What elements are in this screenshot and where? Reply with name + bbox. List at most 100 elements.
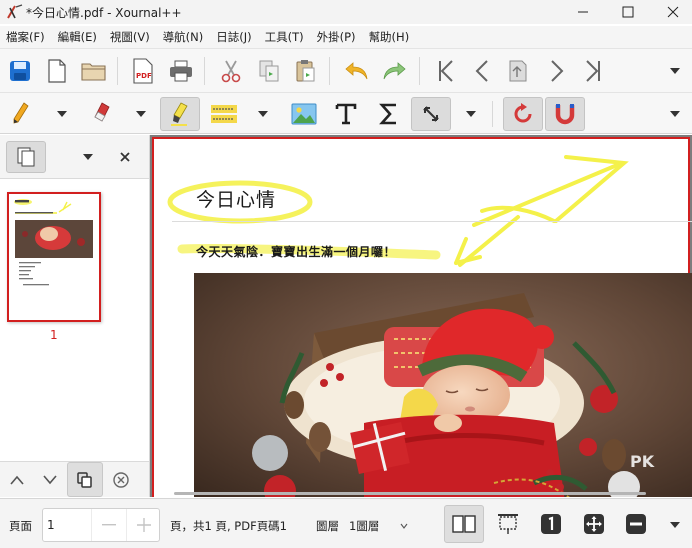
copy-icon: [259, 60, 279, 82]
select-tool-button[interactable]: [411, 97, 451, 131]
menu-navigation[interactable]: 導航(N): [163, 29, 204, 45]
chevron-down-icon: [83, 154, 93, 160]
zoom-out-button[interactable]: [617, 505, 655, 543]
last-page-button[interactable]: [578, 56, 608, 86]
open-folder-icon: [81, 63, 106, 81]
cut-button[interactable]: [216, 56, 246, 86]
status-bar: 頁面 頁，共1 頁, PDF頁碼1 圖層 1圖層: [0, 498, 692, 548]
page-preview-tab[interactable]: [6, 141, 46, 173]
close-icon: [667, 6, 679, 18]
overflow-icon: [670, 522, 680, 528]
pen-tool-button[interactable]: [6, 99, 36, 129]
page-increment-button[interactable]: [126, 509, 160, 541]
page-decrement-button[interactable]: [91, 509, 126, 541]
rotation-snapping-button[interactable]: [503, 97, 543, 131]
menu-edit[interactable]: 編輯(E): [58, 29, 97, 45]
cut-icon: [221, 60, 241, 83]
move-page-up-button[interactable]: [0, 462, 33, 498]
chevron-down-icon: [400, 523, 408, 529]
horizontal-scrollbar[interactable]: [174, 492, 646, 495]
menu-view[interactable]: 視圖(V): [110, 29, 150, 45]
new-document-button[interactable]: [42, 56, 72, 86]
zoom-out-icon: [626, 514, 646, 534]
copy-button[interactable]: [254, 56, 284, 86]
sidebar-view-dropdown[interactable]: [82, 151, 94, 163]
export-pdf-button[interactable]: PDF: [128, 56, 158, 86]
layer-dropdown[interactable]: [398, 520, 410, 532]
chevron-down-icon: [136, 111, 146, 117]
menu-file[interactable]: 檔案(F): [6, 29, 45, 45]
new-document-icon: [48, 59, 66, 83]
go-to-page-button[interactable]: [503, 56, 533, 86]
print-button[interactable]: [166, 56, 196, 86]
fit-page-icon: [584, 514, 604, 534]
minimize-button[interactable]: [560, 0, 606, 24]
menu-tools[interactable]: 工具(T): [265, 29, 304, 45]
pen-options-dropdown[interactable]: [56, 108, 68, 120]
delete-page-icon: [113, 472, 129, 488]
menu-help[interactable]: 幫助(H): [369, 29, 410, 45]
next-page-icon: [551, 60, 564, 82]
redo-button[interactable]: [379, 56, 409, 86]
open-file-button[interactable]: [79, 56, 109, 86]
move-page-down-icon: [43, 475, 57, 485]
statusbar-overflow-button[interactable]: [669, 519, 681, 531]
page-sidebar: 1: [0, 135, 150, 497]
minus-icon: [102, 524, 116, 526]
print-icon: [170, 60, 192, 82]
toolbar-separator: [117, 57, 118, 85]
menu-journal[interactable]: 日誌(J): [216, 29, 251, 45]
rotation-snapping-icon: [514, 103, 532, 123]
text-tool-button[interactable]: [331, 99, 361, 129]
move-page-down-button[interactable]: [33, 462, 67, 498]
page-thumbnail[interactable]: [7, 192, 101, 322]
eraser-options-dropdown[interactable]: [135, 108, 147, 120]
math-tex-button[interactable]: [374, 99, 404, 129]
insert-image-button[interactable]: [289, 99, 319, 129]
one-page-button[interactable]: [532, 505, 570, 543]
undo-icon: [345, 62, 368, 80]
maximize-button[interactable]: [605, 0, 651, 24]
document-canvas[interactable]: 今日心情 今天天氣陰．寶寶出生滿一個月囉！ PK: [150, 135, 692, 497]
tools-toolbar: [0, 92, 692, 134]
toolbar-overflow-button[interactable]: [669, 108, 681, 120]
text-highlight-icon: [211, 105, 237, 123]
chevron-down-icon: [466, 111, 476, 117]
undo-button[interactable]: [342, 56, 372, 86]
close-window-button[interactable]: [650, 0, 692, 24]
maximize-icon: [622, 6, 634, 18]
delete-page-button[interactable]: [103, 462, 139, 498]
page-title: 今日心情: [196, 189, 277, 211]
first-page-button[interactable]: [431, 56, 461, 86]
two-pages-button[interactable]: [444, 505, 484, 543]
highlight-options-dropdown[interactable]: [257, 108, 269, 120]
last-page-icon: [586, 60, 600, 82]
previous-page-button[interactable]: [468, 56, 498, 86]
document-page[interactable]: 今日心情 今天天氣陰．寶寶出生滿一個月囉！ PK: [152, 137, 692, 497]
page-number-input[interactable]: [47, 515, 87, 535]
select-options-dropdown[interactable]: [465, 108, 477, 120]
minimize-icon: [578, 11, 588, 13]
presentation-mode-button[interactable]: [489, 505, 527, 543]
eraser-tool-button[interactable]: [86, 99, 116, 129]
save-icon: [10, 61, 30, 81]
math-tex-icon: [379, 103, 396, 125]
close-icon: [120, 152, 130, 162]
title-divider: [172, 221, 692, 222]
save-button[interactable]: [5, 56, 35, 86]
menu-plugins[interactable]: 外掛(P): [317, 29, 356, 45]
toolbar-separator: [419, 57, 420, 85]
close-sidebar-button[interactable]: [119, 151, 131, 163]
highlighter-tool-button[interactable]: [160, 97, 200, 131]
grid-snapping-button[interactable]: [545, 97, 585, 131]
copy-page-button[interactable]: [67, 462, 103, 497]
layer-selector[interactable]: 1圖層: [349, 518, 379, 534]
fit-page-button[interactable]: [575, 505, 613, 543]
baby-photo[interactable]: PK: [194, 273, 692, 497]
xournal-icon: [6, 3, 24, 21]
plus-icon: [136, 518, 151, 532]
paste-button[interactable]: [291, 56, 321, 86]
toolbar-overflow-button[interactable]: [669, 65, 681, 77]
text-highlight-tool-button[interactable]: [208, 99, 242, 129]
next-page-button[interactable]: [541, 56, 571, 86]
